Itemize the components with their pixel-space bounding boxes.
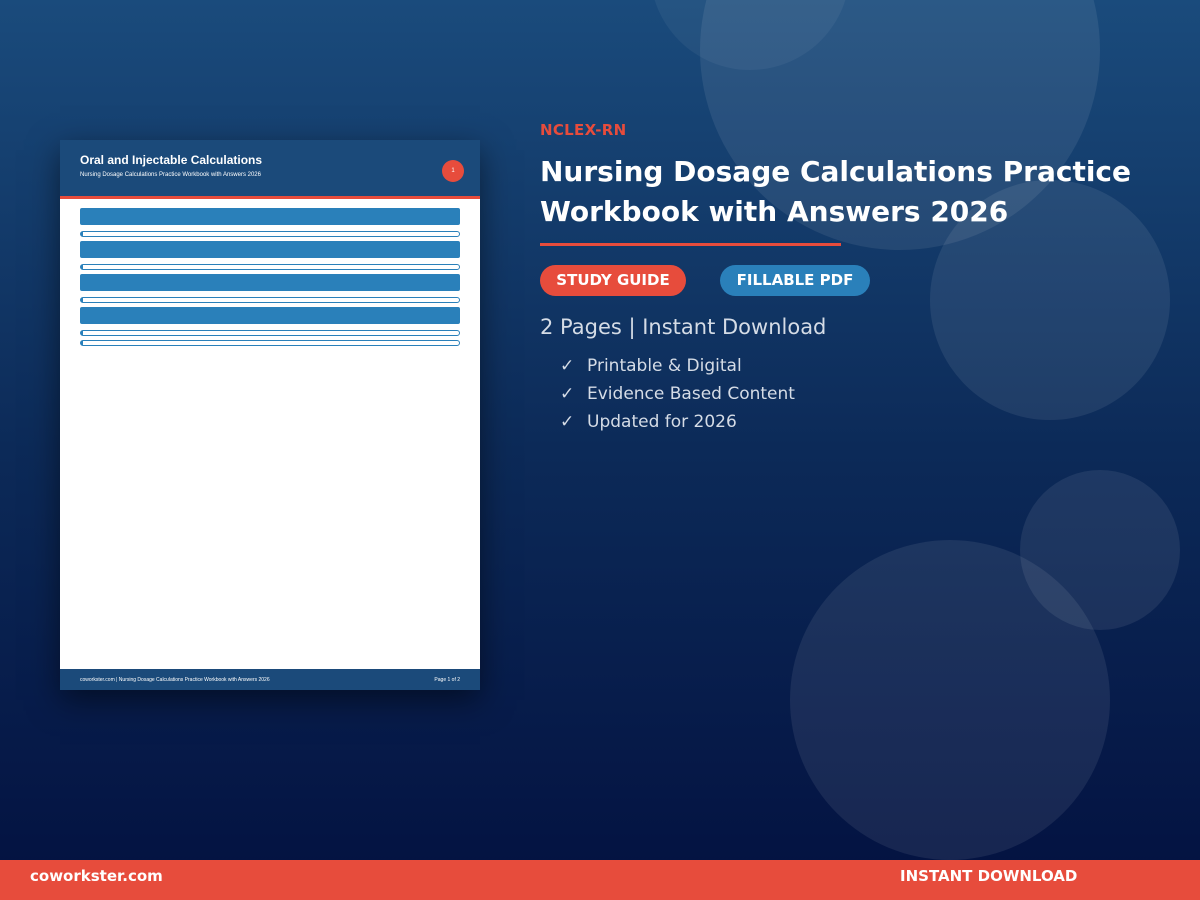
section-bar — [80, 274, 460, 291]
document-title: Oral and Injectable Calculations — [80, 153, 263, 167]
document-footer: coworkster.com | Nursing Dosage Calculat… — [60, 669, 480, 690]
feature-list: ✓ Printable & Digital ✓ Evidence Based Con… — [560, 354, 795, 438]
fillable-field[interactable] — [80, 330, 460, 336]
document-body — [80, 208, 460, 350]
section-bar — [80, 208, 460, 225]
feature-label: Evidence Based Content — [587, 384, 795, 404]
fillable-pdf-badge: FILLABLE PDF — [720, 265, 870, 296]
list-item: ✓ Evidence Based Content — [560, 382, 795, 410]
feature-label: Printable & Digital — [587, 356, 742, 376]
check-icon: ✓ — [560, 384, 575, 404]
check-icon: ✓ — [560, 356, 575, 376]
document-preview: Oral and Injectable Calculations Nursing… — [60, 140, 480, 690]
footer-bar: coworkster.com INSTANT DOWNLOAD — [0, 860, 1200, 900]
site-link[interactable]: coworkster.com — [30, 867, 163, 885]
list-item: ✓ Updated for 2026 — [560, 410, 795, 438]
check-icon: ✓ — [560, 412, 575, 432]
feature-label: Updated for 2026 — [587, 412, 737, 432]
product-title: Nursing Dosage Calculations Practice Wor… — [540, 155, 1132, 228]
fillable-field[interactable] — [80, 297, 460, 303]
category-label: NCLEX-RN — [540, 121, 627, 139]
study-guide-badge: STUDY GUIDE — [540, 265, 686, 296]
document-subtitle: Nursing Dosage Calculations Practice Wor… — [80, 172, 261, 178]
document-page-count: Page 1 of 2 — [434, 677, 460, 683]
product-meta: 2 Pages | Instant Download — [540, 315, 827, 339]
decorative-circle — [790, 540, 1110, 860]
document-header: Oral and Injectable Calculations Nursing… — [60, 140, 480, 199]
fillable-field[interactable] — [80, 231, 460, 237]
instant-download-button[interactable]: INSTANT DOWNLOAD — [900, 867, 1077, 885]
list-item: ✓ Printable & Digital — [560, 354, 795, 382]
section-bar — [80, 307, 460, 324]
title-divider — [540, 243, 841, 246]
document-footer-text: coworkster.com | Nursing Dosage Calculat… — [80, 677, 270, 683]
page-number-badge: 1 — [442, 160, 464, 182]
fillable-field[interactable] — [80, 340, 460, 346]
fillable-field[interactable] — [80, 264, 460, 270]
section-bar — [80, 241, 460, 258]
